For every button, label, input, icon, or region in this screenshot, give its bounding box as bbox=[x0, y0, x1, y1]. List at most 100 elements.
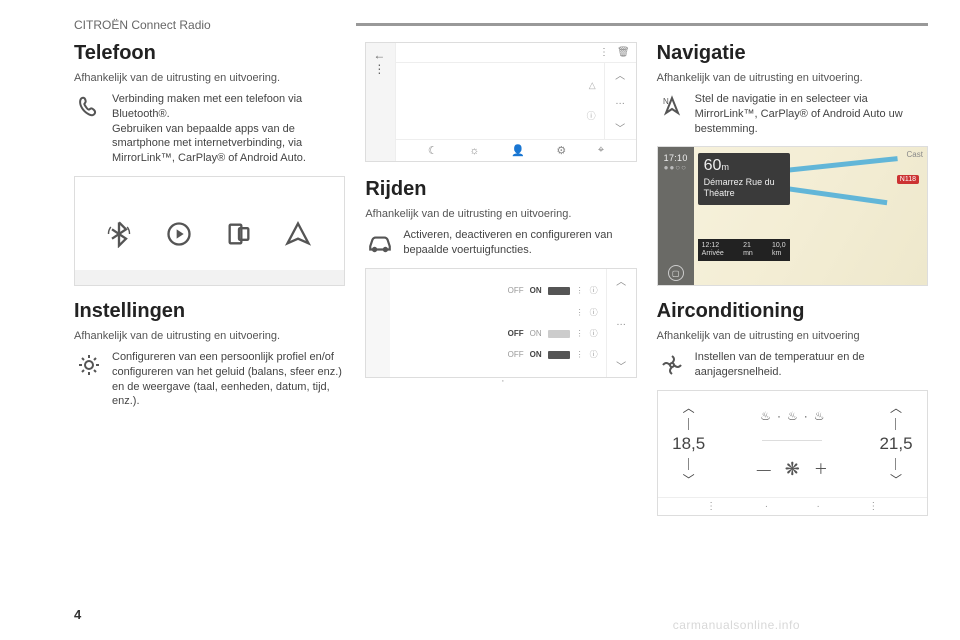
rijden-heading: Rijden bbox=[365, 178, 636, 201]
content-columns: Telefoon Afhankelijk van de uitrusting e… bbox=[74, 38, 928, 600]
back-icon: ← ⋮ bbox=[373, 48, 395, 76]
off-label-3: OFF bbox=[508, 350, 524, 359]
menu-dots-icon: ⋮ bbox=[706, 501, 716, 512]
instellingen-desc: Configureren van een persoonlijk profiel… bbox=[112, 350, 345, 409]
off-label: OFF bbox=[508, 286, 524, 295]
seat-mid-icon: ♨ bbox=[787, 409, 798, 423]
fan-icon bbox=[657, 350, 687, 380]
left-zone: ︿ 18,5 ﹀ bbox=[658, 391, 720, 497]
profile-icon: 👤 bbox=[511, 144, 525, 157]
page-number: 4 bbox=[74, 607, 81, 622]
map-cast-label: Cast bbox=[907, 150, 923, 159]
compass-icon: N bbox=[657, 92, 687, 122]
fan-plus: ＋ bbox=[814, 459, 828, 479]
settings-gear-icon: ⚙ bbox=[556, 144, 566, 157]
rijden-desc: Activeren, deactiveren en configureren v… bbox=[403, 228, 636, 258]
left-temp: 18,5 bbox=[672, 434, 705, 454]
ellipsis-icon: … bbox=[615, 96, 625, 107]
trash-icon: 🗑 bbox=[617, 47, 630, 58]
bt-footer-icon: ✱ bbox=[206, 272, 214, 283]
ellipsis-icon: … bbox=[616, 317, 626, 328]
rijden-iconrow: Activeren, deactiveren en configureren v… bbox=[365, 228, 636, 258]
dot-sep: · bbox=[777, 409, 781, 423]
location-icon: ⌖ bbox=[598, 144, 604, 157]
dot-icon-2: · bbox=[817, 501, 820, 512]
telefoon-iconrow: Verbinding maken met een telefoon via Bl… bbox=[74, 92, 345, 166]
nav-eta-bar: 12:12Arrivée 21mn 10,0km bbox=[698, 239, 790, 260]
toggle-4 bbox=[548, 351, 570, 359]
navigatie-heading: Navigatie bbox=[657, 42, 928, 65]
road-badge: N118 bbox=[897, 175, 919, 184]
on-label: ON bbox=[530, 286, 542, 295]
telefoon-screenshot: ✱ bbox=[74, 176, 345, 286]
brightness-icon: ☼ bbox=[469, 145, 479, 157]
chevron-up-icon: ︿ bbox=[616, 273, 626, 288]
info-icon: ⓘ bbox=[590, 285, 598, 296]
gear-icon bbox=[74, 350, 104, 380]
on-label-2: ON bbox=[530, 329, 542, 338]
navigatie-depends: Afhankelijk van de uitrusting en uitvoer… bbox=[657, 71, 928, 86]
right-temp: 21,5 bbox=[879, 434, 912, 454]
nav-distance-number: 60 bbox=[704, 157, 722, 175]
eta-time-label: Arrivée bbox=[702, 250, 724, 257]
rijden-depends: Afhankelijk van de uitrusting en uitvoer… bbox=[365, 207, 636, 222]
telefoon-heading: Telefoon bbox=[74, 42, 345, 65]
fan-center-icon: ❋ bbox=[785, 459, 800, 480]
phone-icon bbox=[74, 92, 104, 122]
info-icon-4: ⓘ bbox=[590, 349, 598, 360]
telefoon-depends: Afhankelijk van de uitrusting en uitvoer… bbox=[74, 71, 345, 86]
eta-km: 10,0 bbox=[772, 242, 786, 249]
svg-text:N: N bbox=[663, 97, 669, 106]
rijden-screenshot: OFFON⋮ⓘ ⋮ⓘ OFFON⋮ⓘ OFFON⋮ⓘ ︿ … ﹀ bbox=[365, 268, 636, 378]
seat-left-icon: ♨ bbox=[760, 409, 771, 423]
chevron-up-icon: ︿ bbox=[683, 402, 695, 414]
header-title: CITROËN Connect Radio bbox=[74, 18, 211, 32]
on-label-3: ON bbox=[530, 350, 542, 359]
nav-distance-unit: m bbox=[721, 162, 729, 172]
eta-km-label: km bbox=[772, 250, 781, 257]
nav-clock: 17:10 bbox=[664, 153, 688, 163]
eta-time: 12:12 bbox=[702, 242, 720, 249]
toggle-1 bbox=[548, 287, 570, 295]
chevron-up-icon: ︿ bbox=[615, 67, 625, 82]
mirrorlink-icon bbox=[225, 220, 255, 250]
nav-page-dots: ●●○○ bbox=[664, 163, 688, 172]
watermark: carmanualsonline.info bbox=[673, 618, 800, 632]
settings-screenshot: ← ⋮ ⋮ 🗑 △ ⓘ ︿ … ﹀ ☾ ☼ bbox=[365, 42, 636, 162]
airco-depends: Afhankelijk van de uitrusting en uitvoer… bbox=[657, 329, 928, 344]
navigatie-iconrow: N Stel de navigatie in en selecteer via … bbox=[657, 92, 928, 137]
row-info-icon: ⓘ bbox=[587, 109, 596, 122]
airco-iconrow: Instellen van de temperatuur en de aanja… bbox=[657, 350, 928, 380]
fan-minus: — bbox=[757, 461, 771, 477]
menu-dots-icon-2: ⋮ bbox=[868, 501, 878, 512]
info-icon-2: ⓘ bbox=[590, 307, 598, 318]
airco-desc: Instellen van de temperatuur en de aanja… bbox=[695, 350, 928, 380]
toggle-3 bbox=[548, 330, 570, 338]
header-divider bbox=[356, 23, 928, 26]
eta-min: 21 bbox=[743, 242, 751, 249]
navigatie-screenshot: 17:10 ●●○○ ▢ 60m Démarrez Rue du Théatre… bbox=[657, 146, 928, 286]
instellingen-iconrow: Configureren van een persoonlijk profiel… bbox=[74, 350, 345, 409]
car-icon bbox=[365, 228, 395, 258]
bluetooth-radiate-icon bbox=[105, 220, 135, 250]
seat-right-icon: ♨ bbox=[814, 409, 825, 423]
airco-screenshot: ︿ 18,5 ﹀ ♨ · ♨ · ♨ — bbox=[657, 390, 928, 516]
chevron-down-icon: ﹀ bbox=[615, 120, 625, 135]
navigatie-desc: Stel de navigatie in en selecteer via Mi… bbox=[695, 92, 928, 137]
instellingen-heading: Instellingen bbox=[74, 300, 345, 323]
instellingen-depends: Afhankelijk van de uitrusting en uitvoer… bbox=[74, 329, 345, 344]
nav-street: Démarrez Rue du Théatre bbox=[704, 177, 784, 199]
play-circle-icon bbox=[165, 220, 195, 250]
chevron-down-icon: ﹀ bbox=[683, 474, 695, 486]
stop-button-icon: ▢ bbox=[668, 265, 684, 281]
telefoon-desc: Verbinding maken met een telefoon via Bl… bbox=[112, 92, 345, 166]
nav-info-card: 60m Démarrez Rue du Théatre bbox=[698, 153, 790, 205]
right-zone: ︿ 21,5 ﹀ bbox=[865, 391, 927, 497]
chevron-down-icon: ﹀ bbox=[890, 474, 902, 486]
row-warning-icon: △ bbox=[589, 80, 596, 91]
info-icon-3: ⓘ bbox=[590, 328, 598, 339]
off-label-2: OFF bbox=[508, 329, 524, 338]
android-auto-icon bbox=[284, 220, 314, 250]
chevron-down-icon: ﹀ bbox=[616, 358, 626, 373]
moon-icon: ☾ bbox=[428, 144, 438, 157]
